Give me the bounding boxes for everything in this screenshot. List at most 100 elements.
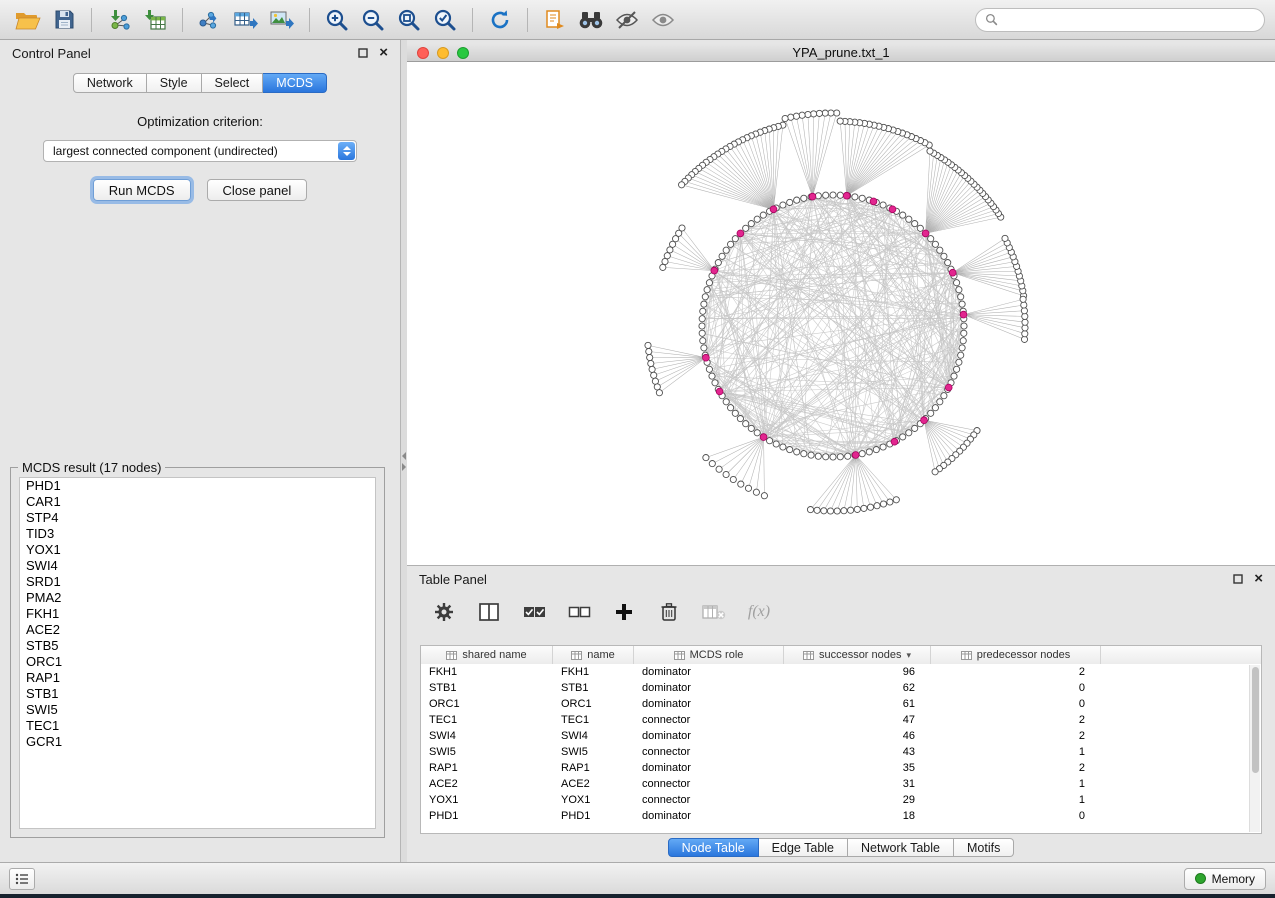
import-network-button[interactable] <box>101 4 137 36</box>
zoom-fit-button[interactable] <box>391 4 427 36</box>
result-node-tid3[interactable]: TID3 <box>20 526 375 542</box>
column-header-shared-name[interactable]: shared name <box>421 646 553 664</box>
hide-selected-button[interactable] <box>609 4 645 36</box>
network-canvas[interactable] <box>407 62 1275 565</box>
node-table: shared namenameMCDS rolesuccessor nodes▾… <box>420 645 1262 834</box>
table-row-stb1[interactable]: STB1STB1dominator620 <box>421 680 1261 696</box>
tab-node-table[interactable]: Node Table <box>668 838 759 857</box>
table-row-swi5[interactable]: SWI5SWI5connector431 <box>421 744 1261 760</box>
window-traffic-lights <box>417 47 469 59</box>
apply-function-button[interactable]: f(x) <box>746 599 772 625</box>
import-table-button[interactable] <box>137 4 173 36</box>
network-graph <box>407 62 1275 565</box>
table-row-tec1[interactable]: TEC1TEC1connector472 <box>421 712 1261 728</box>
tab-mcds[interactable]: MCDS <box>263 73 327 93</box>
close-table-panel-button[interactable]: × <box>1254 574 1263 584</box>
table-settings-button[interactable] <box>431 599 457 625</box>
delete-table-button[interactable] <box>701 599 727 625</box>
main-toolbar <box>0 0 1275 40</box>
network-window-titlebar[interactable]: YPA_prune.txt_1 <box>407 44 1275 62</box>
table-row-ace2[interactable]: ACE2ACE2connector311 <box>421 776 1261 792</box>
delete-column-button[interactable] <box>656 599 682 625</box>
open-file-button[interactable] <box>10 4 46 36</box>
task-history-button[interactable] <box>9 868 35 890</box>
criterion-selected-value: largest connected component (undirected) <box>53 144 278 158</box>
copy-document-button[interactable] <box>537 4 573 36</box>
successor-nodes-cell: 43 <box>784 744 931 760</box>
name-cell: ORC1 <box>553 696 634 712</box>
table-row-fkh1[interactable]: FKH1FKH1dominator962 <box>421 664 1261 680</box>
empty-cell <box>1101 744 1261 760</box>
result-node-stb5[interactable]: STB5 <box>20 638 375 654</box>
application-window: Control Panel × NetworkStyleSelectMCDS O… <box>0 0 1275 894</box>
export-image-button[interactable] <box>264 4 300 36</box>
minimize-window-button[interactable] <box>437 47 449 59</box>
column-header-successor-nodes[interactable]: successor nodes▾ <box>784 646 931 664</box>
table-row-yox1[interactable]: YOX1YOX1connector291 <box>421 792 1261 808</box>
tab-motifs[interactable]: Motifs <box>954 838 1014 857</box>
toolbar-separator <box>527 8 528 32</box>
tab-select[interactable]: Select <box>202 73 264 93</box>
run-mcds-button[interactable]: Run MCDS <box>93 179 191 201</box>
refresh-button[interactable] <box>482 4 518 36</box>
export-network-button[interactable] <box>192 4 228 36</box>
shared-name-cell: ORC1 <box>421 696 553 712</box>
successor-nodes-cell: 61 <box>784 696 931 712</box>
split-panel-button[interactable] <box>476 599 502 625</box>
deselect-all-button[interactable] <box>566 599 592 625</box>
float-panel-button[interactable] <box>358 48 368 58</box>
result-node-swi4[interactable]: SWI4 <box>20 558 375 574</box>
close-panel-button[interactable]: × <box>379 48 388 58</box>
column-header-predecessor-nodes[interactable]: predecessor nodes <box>931 646 1101 664</box>
save-session-button[interactable] <box>46 4 82 36</box>
search-field[interactable] <box>975 8 1265 32</box>
shared-name-cell: STB1 <box>421 680 553 696</box>
result-node-ace2[interactable]: ACE2 <box>20 622 375 638</box>
result-node-swi5[interactable]: SWI5 <box>20 702 375 718</box>
result-node-car1[interactable]: CAR1 <box>20 494 375 510</box>
export-table-button[interactable] <box>228 4 264 36</box>
result-node-pma2[interactable]: PMA2 <box>20 590 375 606</box>
table-row-phd1[interactable]: PHD1PHD1dominator180 <box>421 808 1261 824</box>
tab-style[interactable]: Style <box>147 73 202 93</box>
node-table-body: FKH1FKH1dominator962STB1STB1dominator620… <box>421 664 1261 824</box>
close-window-button[interactable] <box>417 47 429 59</box>
column-grid-icon <box>674 650 685 661</box>
table-scrollbar[interactable] <box>1249 665 1260 832</box>
result-node-phd1[interactable]: PHD1 <box>20 478 375 494</box>
memory-button[interactable]: Memory <box>1184 868 1266 890</box>
tab-network[interactable]: Network <box>73 73 147 93</box>
table-row-swi4[interactable]: SWI4SWI4dominator462 <box>421 728 1261 744</box>
close-mcds-panel-button[interactable]: Close panel <box>207 179 308 201</box>
result-node-yox1[interactable]: YOX1 <box>20 542 375 558</box>
result-node-stp4[interactable]: STP4 <box>20 510 375 526</box>
table-scrollbar-thumb[interactable] <box>1252 667 1259 773</box>
result-node-stb1[interactable]: STB1 <box>20 686 375 702</box>
result-node-orc1[interactable]: ORC1 <box>20 654 375 670</box>
result-node-tec1[interactable]: TEC1 <box>20 718 375 734</box>
zoom-out-button[interactable] <box>355 4 391 36</box>
successor-nodes-cell: 18 <box>784 808 931 824</box>
result-node-gcr1[interactable]: GCR1 <box>20 734 375 750</box>
add-column-button[interactable] <box>611 599 637 625</box>
maximize-window-button[interactable] <box>457 47 469 59</box>
zoom-in-button[interactable] <box>319 4 355 36</box>
tab-edge-table[interactable]: Edge Table <box>759 838 848 857</box>
column-header-name[interactable]: name <box>553 646 634 664</box>
zoom-selected-button[interactable] <box>427 4 463 36</box>
column-header-mcds-role[interactable]: MCDS role <box>634 646 784 664</box>
result-node-rap1[interactable]: RAP1 <box>20 670 375 686</box>
search-input[interactable] <box>1003 13 1255 27</box>
table-row-rap1[interactable]: RAP1RAP1dominator352 <box>421 760 1261 776</box>
show-all-button[interactable] <box>645 4 681 36</box>
criterion-select[interactable]: largest connected component (undirected) <box>43 140 357 162</box>
table-row-orc1[interactable]: ORC1ORC1dominator610 <box>421 696 1261 712</box>
select-all-button[interactable] <box>521 599 547 625</box>
result-node-fkh1[interactable]: FKH1 <box>20 606 375 622</box>
search-network-button[interactable] <box>573 4 609 36</box>
result-node-srd1[interactable]: SRD1 <box>20 574 375 590</box>
tab-network-table[interactable]: Network Table <box>848 838 954 857</box>
float-table-panel-button[interactable] <box>1233 574 1243 584</box>
zoom-fit-icon <box>397 8 421 32</box>
shared-name-cell: TEC1 <box>421 712 553 728</box>
